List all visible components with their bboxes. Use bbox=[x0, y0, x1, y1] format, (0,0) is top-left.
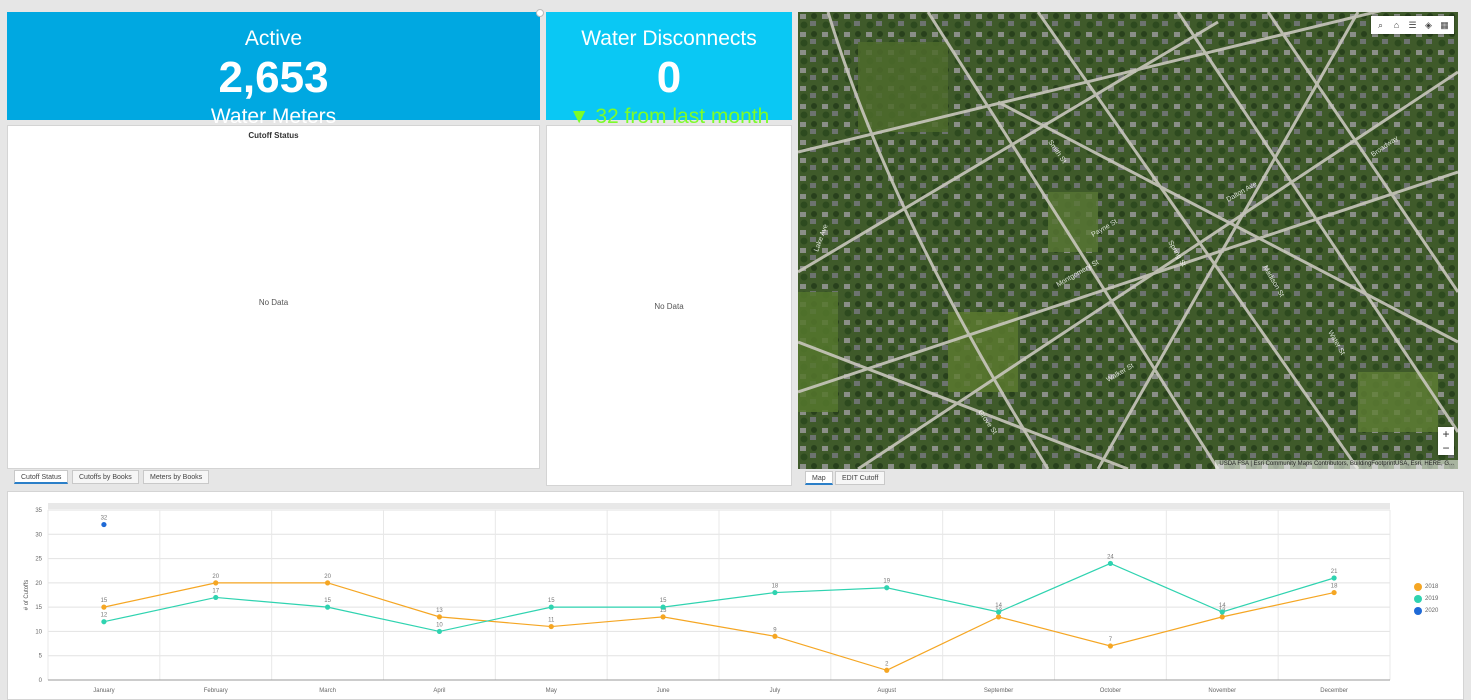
active-meters-label: Active bbox=[244, 27, 303, 50]
map-toolbar: ⌕ ⌂ ☰ ◈ ▦ bbox=[1371, 16, 1454, 34]
legend-swatch bbox=[1414, 607, 1422, 615]
list-icon[interactable]: ☰ bbox=[1406, 19, 1419, 32]
tab-map[interactable]: Map bbox=[805, 471, 833, 485]
active-meters-indicator: Active 2,653 Water Meters bbox=[7, 12, 540, 128]
cutoffs-line-chart-panel bbox=[7, 491, 1464, 700]
water-disconnects-indicator: Water Disconnects 0 ▼ 32 from last month bbox=[546, 12, 792, 128]
tab-meters-by-books[interactable]: Meters by Books bbox=[143, 470, 210, 484]
water-disconnects-value: 0 bbox=[656, 53, 682, 102]
zoom-in-button[interactable]: + bbox=[1438, 427, 1454, 441]
legend-item-2019[interactable]: 2019 bbox=[1414, 595, 1438, 603]
legend-item-2018[interactable]: 2018 bbox=[1414, 583, 1438, 591]
search-icon[interactable]: ⌕ bbox=[1374, 19, 1387, 32]
panel-resize-handle[interactable] bbox=[536, 9, 544, 17]
legend-label: 2019 bbox=[1425, 596, 1439, 602]
legend-label: 2018 bbox=[1425, 584, 1439, 590]
water-disconnects-label: Water Disconnects bbox=[581, 27, 757, 50]
legend-label: 2020 bbox=[1425, 608, 1439, 614]
middle-panel-no-data: No Data bbox=[654, 302, 684, 311]
zoom-out-button[interactable]: − bbox=[1438, 441, 1454, 455]
middle-chart-panel: No Data bbox=[546, 125, 792, 486]
tab-cutoffs-by-books[interactable]: Cutoffs by Books bbox=[72, 470, 139, 484]
home-icon[interactable]: ⌂ bbox=[1390, 19, 1403, 32]
legend-item-2020[interactable]: 2020 bbox=[1414, 607, 1438, 615]
active-meters-value: 2,653 bbox=[218, 53, 329, 102]
map-view[interactable]: Lake Ave Grove St Smith St Payne St Mont… bbox=[798, 12, 1458, 469]
cutoff-status-title: Cutoff Status bbox=[248, 131, 299, 140]
cutoff-status-panel: Cutoff Status No Data bbox=[7, 125, 540, 469]
tab-edit-cutoff[interactable]: EDIT Cutoff bbox=[835, 471, 886, 485]
cutoff-status-no-data: No Data bbox=[258, 298, 289, 307]
basemap-icon[interactable]: ▦ bbox=[1438, 19, 1451, 32]
legend-swatch bbox=[1414, 583, 1422, 591]
aerial-imagery: Lake Ave Grove St Smith St Payne St Mont… bbox=[798, 12, 1458, 469]
zoom-control: + − bbox=[1438, 427, 1454, 455]
tab-cutoff-status[interactable]: Cutoff Status bbox=[14, 470, 69, 484]
map-attribution: USDA FSA | Esri Community Maps Contribut… bbox=[1215, 460, 1458, 469]
legend-swatch bbox=[1414, 595, 1422, 603]
layers-icon[interactable]: ◈ bbox=[1422, 19, 1435, 32]
